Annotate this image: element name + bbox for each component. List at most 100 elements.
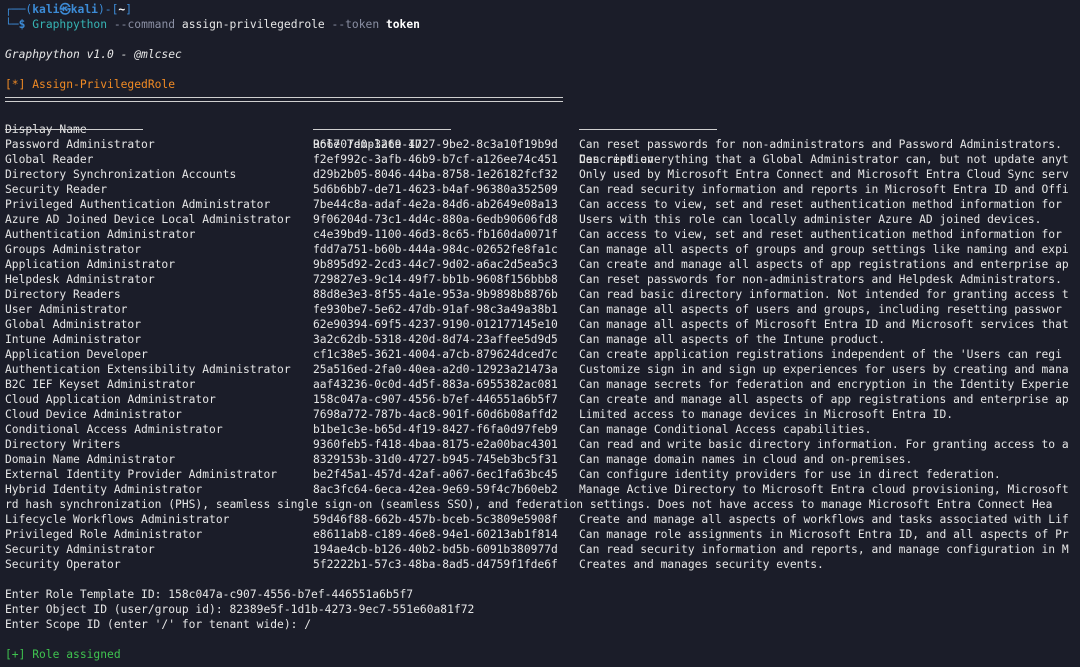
input-object-id: Enter Object ID (user/group id): 82389e5…	[5, 602, 474, 617]
role-template-id: e8611ab8-c189-46e8-94e1-60213ab1f814	[313, 528, 558, 541]
role-description: Can read security information and report…	[579, 543, 1069, 556]
role-display-name: B2C IEF Keyset Administrator	[5, 378, 196, 391]
role-description: Can manage all aspects of the Intune pro…	[579, 333, 886, 346]
role-display-name: Privileged Role Administrator	[5, 528, 203, 541]
role-template-id: cf1c38e5-3621-4004-a7cb-879624dced7c	[313, 348, 558, 361]
role-template-id: 729827e3-9c14-49f7-bb1b-9608f156bbb8	[313, 273, 558, 286]
role-template-id: 9f06204d-73c1-4d4c-880a-6edb90606fd8	[313, 213, 558, 226]
table-row: Cloud Device Administrator 7698a772-787b-…	[0, 407, 1080, 422]
role-description: Customize sign in and sign up experience…	[579, 363, 1069, 376]
object-prompt-label: Enter Object ID (user/group id):	[5, 603, 230, 616]
table-row: Lifecycle Workflows Administrator 59d46f8…	[0, 512, 1080, 527]
role-template-id: 9b895d92-2cd3-44c7-9d02-a6ac2d5ea5c3	[313, 258, 558, 271]
command-name: Graphpython	[32, 18, 108, 31]
role-description: Can manage domain names in cloud and on-…	[579, 453, 913, 466]
table-row: Global Reader f2ef992c-3afb-46b9-b7cf-a12…	[0, 152, 1080, 167]
role-display-name: Directory Readers	[5, 288, 121, 301]
prompt-host: kali	[70, 3, 98, 16]
table-row: Application Developer cf1c38e5-3621-4004-…	[0, 347, 1080, 362]
table-row: Authentication Administrator c4e39bd9-110…	[0, 227, 1080, 242]
role-template-id: 5f2222b1-57c3-48ba-8ad5-d4759f1fde6f	[313, 558, 558, 571]
table-row: Password Administrator 966707d0-3269-4727…	[0, 137, 1080, 152]
input-scope-id: Enter Scope ID (enter '/' for tenant wid…	[5, 617, 311, 632]
role-description: Can manage role assignments in Microsoft…	[579, 528, 1069, 541]
underline-description	[579, 129, 717, 130]
table-row: Azure AD Joined Device Local Administrat…	[0, 212, 1080, 227]
table-row: User Administrator fe930be7-5e62-47db-91a…	[0, 302, 1080, 317]
option-token: --token	[331, 18, 380, 31]
role-display-name: Global Administrator	[5, 318, 142, 331]
role-display-name: Global Reader	[5, 153, 94, 166]
role-display-name: Security Operator	[5, 558, 121, 571]
role-display-name: Conditional Access Administrator	[5, 423, 223, 436]
role-template-id: 3a2c62db-5318-420d-8d74-23affee5d9d5	[313, 333, 558, 346]
role-display-name: Privileged Authentication Administrator	[5, 198, 271, 211]
table-row: External Identity Provider Administrator…	[0, 467, 1080, 482]
role-display-name: Helpdesk Administrator	[5, 273, 155, 286]
underline-role-template-id	[313, 129, 451, 130]
role-description: Can access to view, set and reset authen…	[579, 228, 1062, 241]
command-value: assign-privilegedrole	[181, 18, 325, 31]
scope-id-input[interactable]: /	[304, 618, 311, 631]
role-description: Can manage all aspects of users and grou…	[579, 303, 1062, 316]
scope-prompt-label: Enter Scope ID (enter '/' for tenant wid…	[5, 618, 305, 631]
table-row: Security Reader 5d6b6bb7-de71-4623-b4af-9…	[0, 182, 1080, 197]
role-template-id: 7be44c8a-adaf-4e2a-84d6-ab2649e08a13	[313, 198, 558, 211]
option-command: --command	[113, 18, 176, 31]
role-description: Can read everything that a Global Admini…	[579, 153, 1069, 166]
role-template-id: 88d8e3e3-8f55-4a1e-953a-9b9898b8876b	[313, 288, 558, 301]
command-line: └─$ Graphpython --command assign-privile…	[5, 18, 420, 31]
role-template-id: b1be1c3e-b65d-4f19-8427-f6fa0d97feb9	[313, 423, 558, 436]
role-description: Can read basic directory information. No…	[579, 288, 1069, 301]
role-display-name: External Identity Provider Administrator	[5, 468, 278, 481]
table-row: Global Administrator 62e90394-69f5-4237-9…	[0, 317, 1080, 332]
role-template-id: 25a516ed-2fa0-40ea-a2d0-12923a21473a	[313, 363, 558, 376]
wrapped-description-line: rd hash synchronization (PHS), seamless …	[5, 498, 1053, 511]
prompt-line-1: ┌──(kali㉿kali)-[~]	[5, 3, 132, 16]
role-template-id: 966707d0-3269-4727-9be2-8c3a10f19b9d	[313, 138, 558, 151]
role-display-name: Intune Administrator	[5, 333, 142, 346]
table-row: B2C IEF Keyset Administrator aaf43236-0c0…	[0, 377, 1080, 392]
table-row: Security Administrator 194ae4cb-b126-40b2…	[0, 542, 1080, 557]
double-divider	[5, 97, 563, 102]
table-row: Cloud Application Administrator 158c047a-…	[0, 392, 1080, 407]
role-description: Can reset passwords for non-administrato…	[579, 138, 1062, 151]
role-template-id: 8ac3fc64-6eca-42ea-9e69-59f4c7b60eb2	[313, 483, 558, 496]
role-template-input[interactable]: 158c047a-c907-4556-b7ef-446551a6b5f7	[168, 588, 413, 601]
table-row: Authentication Extensibility Administrat…	[0, 362, 1080, 377]
role-description: Create and manage all aspects of workflo…	[579, 513, 1069, 526]
table-row: Security Operator 5f2222b1-57c3-48ba-8ad5…	[0, 557, 1080, 572]
table-row: Domain Name Administrator 8329153b-31d0-4…	[0, 452, 1080, 467]
table-row: Application Administrator 9b895d92-2cd3-4…	[0, 257, 1080, 272]
role-template-id: fdd7a751-b60b-444a-984c-02652fe8fa1c	[313, 243, 558, 256]
table-row: Directory Readers 88d8e3e3-8f55-4a1e-953a…	[0, 287, 1080, 302]
role-template-id: d29b2b05-8046-44ba-8758-1e26182fcf32	[313, 168, 558, 181]
role-template-id: 158c047a-c907-4556-b7ef-446551a6b5f7	[313, 393, 558, 406]
role-description: Manage Active Directory to Microsoft Ent…	[579, 483, 1069, 496]
result-message: [+] Role assigned	[5, 648, 121, 661]
prompt-user: kali	[32, 3, 60, 16]
role-display-name: Security Reader	[5, 183, 108, 196]
underline-display-name	[5, 129, 143, 130]
role-display-name: Domain Name Administrator	[5, 453, 176, 466]
role-display-name: Lifecycle Workflows Administrator	[5, 513, 230, 526]
role-description: Can manage all aspects of groups and gro…	[579, 243, 1069, 256]
section-title: [*] Assign-PrivilegedRole	[5, 78, 176, 91]
role-display-name: User Administrator	[5, 303, 128, 316]
role-template-id: f2ef992c-3afb-46b9-b7cf-a126ee74c451	[313, 153, 558, 166]
role-template-id: 7698a772-787b-4ac8-901f-60d6b08affd2	[313, 408, 558, 421]
role-description: Can manage secrets for federation and en…	[579, 378, 1069, 391]
role-display-name: Security Administrator	[5, 543, 155, 556]
banner: Graphpython v1.0 - @mlcsec	[5, 48, 182, 61]
role-template-id: 62e90394-69f5-4237-9190-012177145e10	[313, 318, 558, 331]
role-display-name: Directory Writers	[5, 438, 121, 451]
role-display-name: Password Administrator	[5, 138, 155, 151]
role-display-name: Groups Administrator	[5, 243, 142, 256]
terminal-window[interactable]: ┌──(kali㉿kali)-[~] └─$ Graphpython --com…	[0, 0, 1080, 667]
role-template-id: fe930be7-5e62-47db-91af-98c3a49a38b1	[313, 303, 558, 316]
role-display-name: Authentication Extensibility Administrat…	[5, 363, 291, 376]
role-display-name: Azure AD Joined Device Local Administrat…	[5, 213, 291, 226]
object-id-input[interactable]: 82389e5f-1d1b-4273-9ec7-551e60a81f72	[229, 603, 474, 616]
table-row: Directory Synchronization Accounts d29b2b…	[0, 167, 1080, 182]
role-description: Can read and write basic directory infor…	[579, 438, 1069, 451]
